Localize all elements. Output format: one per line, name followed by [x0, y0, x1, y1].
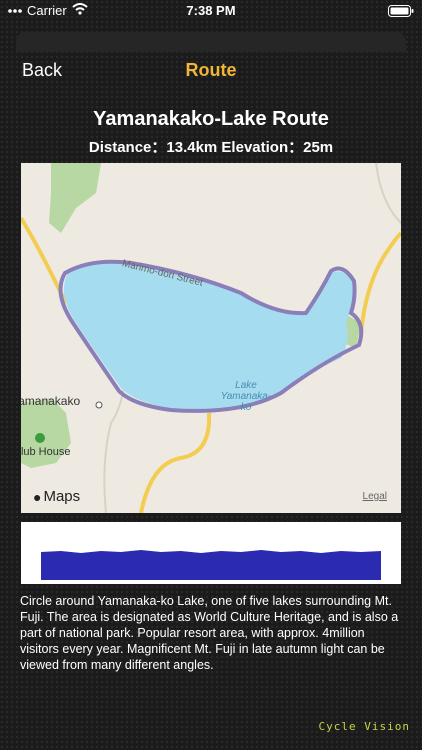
lake-label-2: Yamanaka- — [220, 391, 272, 402]
road — [359, 231, 401, 334]
club-label: Club House — [21, 446, 71, 458]
town-label: Yamanakako — [21, 394, 81, 408]
status-time: 7:38 PM — [186, 3, 236, 18]
battery-icon — [388, 4, 414, 22]
status-bar: Carrier 7:38 PM — [0, 0, 422, 24]
elevation-profile — [21, 522, 401, 584]
lake-label-3: ko — [240, 402, 252, 413]
maps-brand-label: Maps — [43, 488, 81, 505]
road — [139, 412, 212, 513]
lake-label-1: Lake — [235, 380, 257, 391]
route-title: Yamanakako-Lake Route — [93, 108, 329, 130]
road — [375, 163, 401, 224]
lake — [63, 261, 353, 409]
elevation-area — [41, 550, 381, 580]
route-description: Circle around Yamanaka-ko Lake, one of f… — [20, 594, 399, 672]
legal-link[interactable]: Legal — [363, 491, 387, 502]
maps-brand: ● Maps — [33, 488, 80, 505]
nav-title: Route — [185, 60, 237, 80]
apple-icon: ● — [33, 488, 42, 505]
park-area — [49, 163, 101, 233]
footer-brand: Cycle Vision — [318, 720, 410, 733]
route-stats: Distance：13.4km Elevation：25m — [88, 139, 334, 156]
town-marker — [95, 401, 103, 409]
park-marker — [35, 433, 45, 443]
route-map[interactable]: Marimo-dori Street Lake Yamanaka- ko Yam… — [21, 163, 401, 513]
sheet-backdrop — [16, 32, 406, 52]
elevation-chart — [41, 550, 381, 580]
